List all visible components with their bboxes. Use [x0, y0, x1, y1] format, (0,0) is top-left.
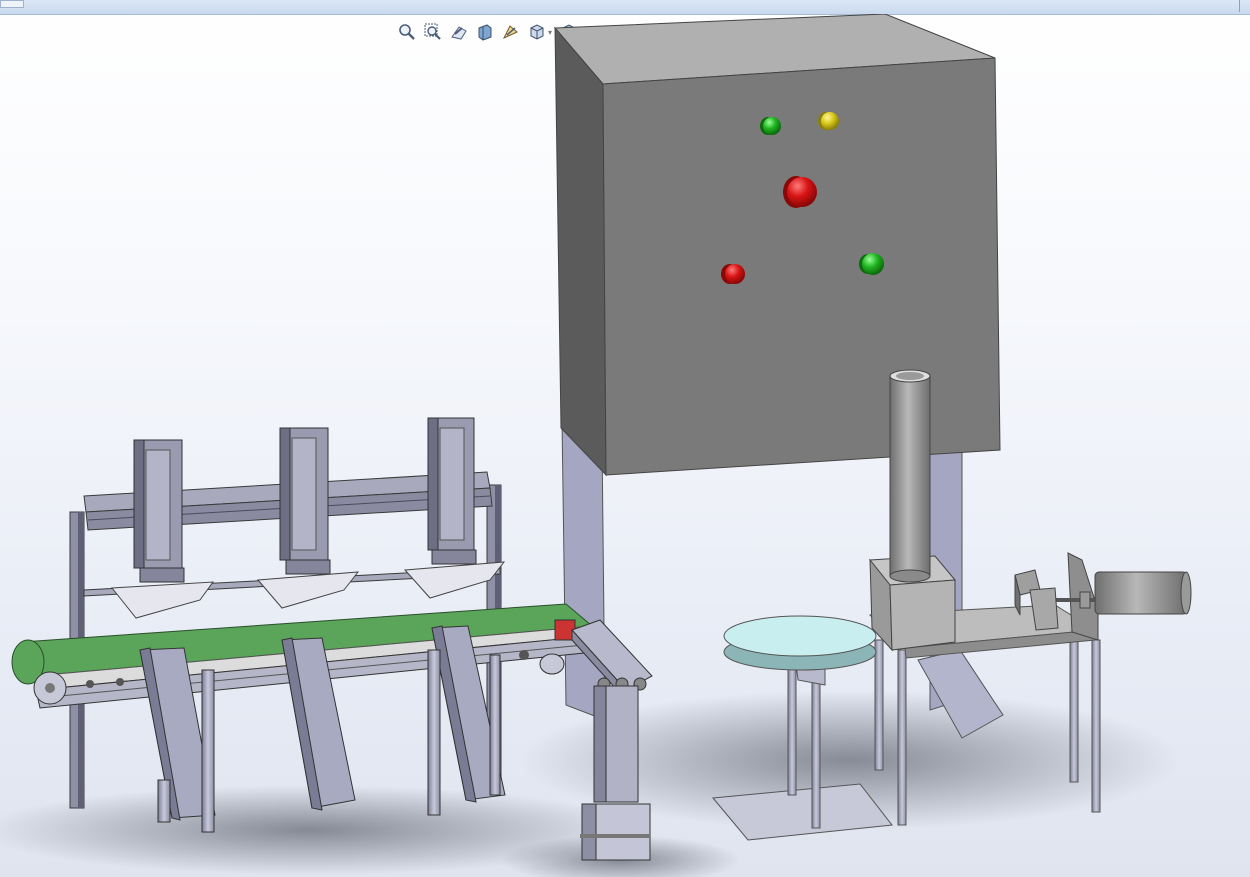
- cabinet-front-face: [602, 57, 1001, 476]
- stop-button[interactable]: [721, 264, 745, 284]
- suction-gripper: [111, 581, 215, 619]
- window-tab[interactable]: [0, 0, 24, 8]
- indicator-light: [818, 112, 839, 130]
- turntable-disk[interactable]: [723, 615, 877, 657]
- run-button[interactable]: [859, 253, 884, 275]
- window-title-bar: [0, 0, 1250, 15]
- press-cylinder: [889, 375, 931, 577]
- window-edge: [1239, 0, 1250, 12]
- motor: [1094, 571, 1188, 615]
- start-button[interactable]: [760, 117, 781, 135]
- suction-gripper: [256, 571, 360, 609]
- linear-actuator[interactable]: [111, 439, 215, 619]
- emergency-stop-button[interactable]: [783, 176, 817, 208]
- cabinet-side-face: [554, 26, 607, 477]
- 3d-model-viewport[interactable]: [0, 14, 1250, 877]
